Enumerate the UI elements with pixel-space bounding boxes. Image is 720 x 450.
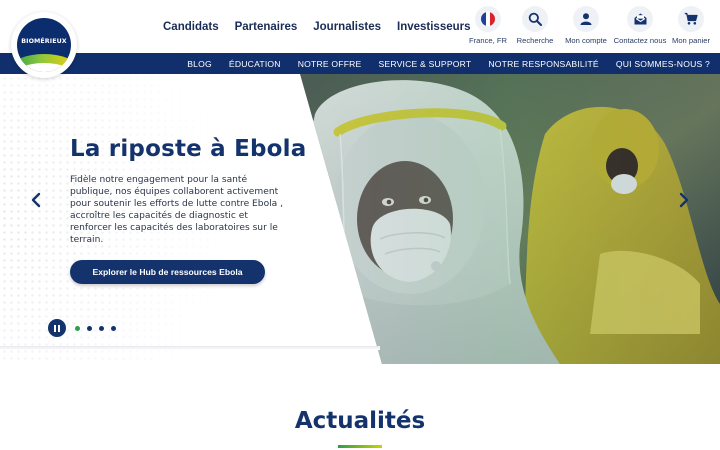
nav-item-responsabilite[interactable]: NOTRE RESPONSABILITÉ [488,59,599,69]
logo-emblem: BIOMÉRIEUX [17,18,71,72]
nav-item-blog[interactable]: BLOG [187,59,212,69]
pause-button[interactable] [48,319,66,337]
top-bar: BIOMÉRIEUX Candidats Partenaires Journal… [0,0,720,78]
nav-item-education[interactable]: ÉDUCATION [229,59,281,69]
nav-item-qui-sommes-nous[interactable]: QUI SOMMES-NOUS ? [616,59,710,69]
logo-text: BIOMÉRIEUX [21,38,67,45]
france-flag-icon [475,6,501,32]
cart-button[interactable]: Mon panier [671,6,711,45]
account-button[interactable]: Mon compte [563,6,609,45]
chevron-right-icon [679,192,689,208]
hero-description: Fidèle notre engagement pour la santé pu… [70,175,284,245]
search-icon [522,6,548,32]
pause-icon-bar [54,324,56,332]
audience-nav: Candidats Partenaires Journalistes Inves… [163,21,471,33]
carousel-dot-2[interactable] [87,325,92,331]
carousel-dot-1[interactable] [75,325,80,331]
chevron-left-icon [31,192,41,208]
hero-carousel: La riposte à Ebola Fidèle notre engageme… [0,74,720,364]
audience-link-journalistes[interactable]: Journalistes [313,21,381,33]
audience-link-candidats[interactable]: Candidats [163,21,219,33]
hero-card-shadow [0,346,380,350]
carousel-prev-button[interactable] [29,188,43,212]
contact-button[interactable]: Contactez nous [612,6,668,45]
user-icon [573,6,599,32]
carousel-dot-3[interactable] [99,325,104,331]
language-label: France, FR [469,36,507,45]
language-selector[interactable]: France, FR [466,6,510,45]
cart-icon [678,6,704,32]
nav-item-service-support[interactable]: SERVICE & SUPPORT [379,59,472,69]
carousel-pager [48,319,116,337]
audience-link-partenaires[interactable]: Partenaires [235,21,298,33]
contact-label: Contactez nous [613,36,667,45]
main-nav: BLOG ÉDUCATION NOTRE OFFRE SERVICE & SUP… [0,53,720,74]
hero-title: La riposte à Ebola [70,136,307,162]
carousel-next-button[interactable] [677,188,691,212]
carousel-dot-4[interactable] [111,325,116,331]
pause-icon-bar [58,324,60,332]
account-label: Mon compte [565,36,607,45]
search-label: Recherche [516,36,554,45]
biomerieux-logo[interactable]: BIOMÉRIEUX [11,12,77,78]
news-section-title: Actualités [294,408,426,434]
nav-item-notre-offre[interactable]: NOTRE OFFRE [298,59,362,69]
cart-label: Mon panier [672,36,710,45]
hero-cta-button[interactable]: Explorer le Hub de ressources Ebola [70,260,265,284]
news-title-underline [338,445,382,448]
search-button[interactable]: Recherche [513,6,557,45]
utility-nav: France, FR Recherche Mon compte Contacte… [466,6,711,45]
mail-icon [627,6,653,32]
audience-link-investisseurs[interactable]: Investisseurs [397,21,471,33]
